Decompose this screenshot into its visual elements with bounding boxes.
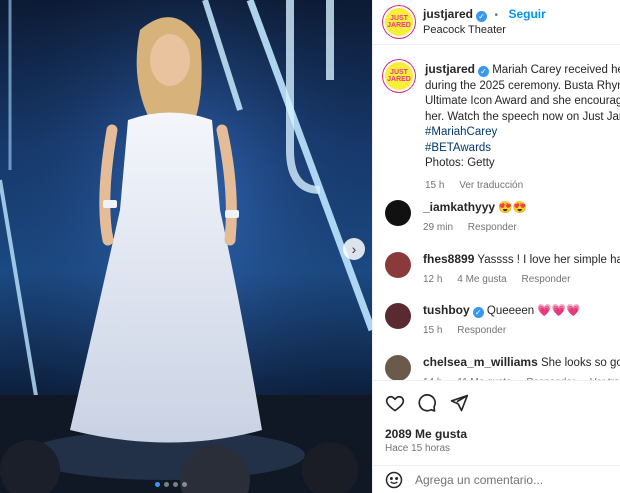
hashtag-link[interactable]: #MariahCarey (425, 125, 620, 141)
verified-icon: ✓ (478, 66, 490, 77)
header-divider (373, 44, 620, 45)
commenter-avatar[interactable] (385, 200, 411, 226)
caption-line: Ultimate Icon Award and she encouraged (425, 95, 620, 107)
post-location[interactable]: Peacock Theater (423, 23, 546, 38)
comment-likes[interactable]: 4 Me gusta (457, 274, 506, 285)
comment-item: fhes8899 Yassss ! I love her simple hair… (385, 252, 620, 287)
author-username[interactable]: justjared (423, 7, 473, 21)
comment-item: tushboy ✓ Queeeen 💗💗💗 15 h Responder (385, 303, 620, 338)
carousel-dot (164, 482, 169, 487)
commenter-username[interactable]: fhes8899 (423, 252, 474, 266)
caption-time[interactable]: 15 h (425, 180, 444, 191)
verified-icon: ✓ (472, 307, 484, 318)
author-avatar[interactable]: JUST JARED (385, 8, 413, 36)
post-caption: JUST JARED justjared ✓ Mariah Carey recei… (385, 62, 620, 193)
next-photo-button[interactable]: › (343, 238, 365, 260)
comment-text: Queeeen 💗💗💗 (486, 305, 581, 317)
reply-button[interactable]: Responder (468, 222, 517, 233)
comment-time[interactable]: 29 min (423, 222, 453, 233)
emoji-icon[interactable] (385, 471, 403, 489)
instagram-post-modal: › JUST JARED justjared ✓ • Seguir Peacock… (0, 0, 620, 493)
post-sidebar: JUST JARED justjared ✓ • Seguir Peacock T… (372, 0, 620, 493)
comment-time[interactable]: 12 h (423, 274, 442, 285)
commenter-avatar[interactable] (385, 252, 411, 278)
commenter-avatar[interactable] (385, 303, 411, 329)
comment-input[interactable] (415, 473, 615, 487)
photo-scene (0, 0, 372, 493)
carousel-dots (155, 482, 187, 487)
separator-dot: • (494, 10, 498, 21)
add-comment-bar (373, 465, 620, 493)
share-icon[interactable] (449, 393, 469, 413)
likes-count[interactable]: 2089 Me gusta (385, 427, 467, 441)
carousel-dot-active (155, 482, 160, 487)
comment-time[interactable]: 15 h (423, 325, 442, 336)
translate-link[interactable]: Ver traducción (459, 180, 523, 191)
commenter-username[interactable]: _iamkathyyy (423, 200, 495, 214)
post-photo[interactable]: › (0, 0, 372, 493)
chevron-right-icon: › (351, 241, 357, 257)
avatar-logo-text: JUST JARED (387, 15, 411, 29)
avatar-logo-text: JUST JARED (387, 69, 411, 83)
comment-icon[interactable] (417, 393, 437, 413)
comment-text: 😍😍 (498, 202, 527, 214)
caption-line: during the 2025 ceremony. Busta Rhyme (425, 79, 620, 92)
reply-button[interactable]: Responder (457, 325, 506, 336)
heart-icon[interactable] (385, 393, 405, 413)
carousel-dot (182, 482, 187, 487)
post-header: JUST JARED justjared ✓ • Seguir Peacock T… (373, 0, 620, 44)
commenter-avatar[interactable] (385, 355, 411, 381)
comment-text: She looks so good😍 (540, 357, 620, 369)
commenter-username[interactable]: chelsea_m_williams (423, 355, 538, 369)
hashtag-link[interactable]: #BETAwards (425, 141, 620, 157)
carousel-dot (173, 482, 178, 487)
follow-button[interactable]: Seguir (508, 7, 545, 21)
caption-author-username[interactable]: justjared (425, 62, 475, 76)
caption-line: her. Watch the speech now on Just Jared (425, 110, 620, 123)
comment-item: _iamkathyyy 😍😍 29 min Responder (385, 200, 620, 235)
post-time[interactable]: Hace 15 horas (385, 443, 450, 454)
commenter-username[interactable]: tushboy (423, 303, 470, 317)
verified-icon: ✓ (476, 11, 488, 22)
caption-line: Mariah Carey received her FI (492, 64, 620, 76)
caption-author-avatar[interactable]: JUST JARED (385, 62, 413, 90)
action-bar: 2089 Me gusta Hace 15 horas (373, 380, 620, 493)
reply-button[interactable]: Responder (522, 274, 571, 285)
comment-text: Yassss ! I love her simple hairrr (477, 254, 620, 266)
photo-credit: Photos: Getty (425, 157, 495, 169)
